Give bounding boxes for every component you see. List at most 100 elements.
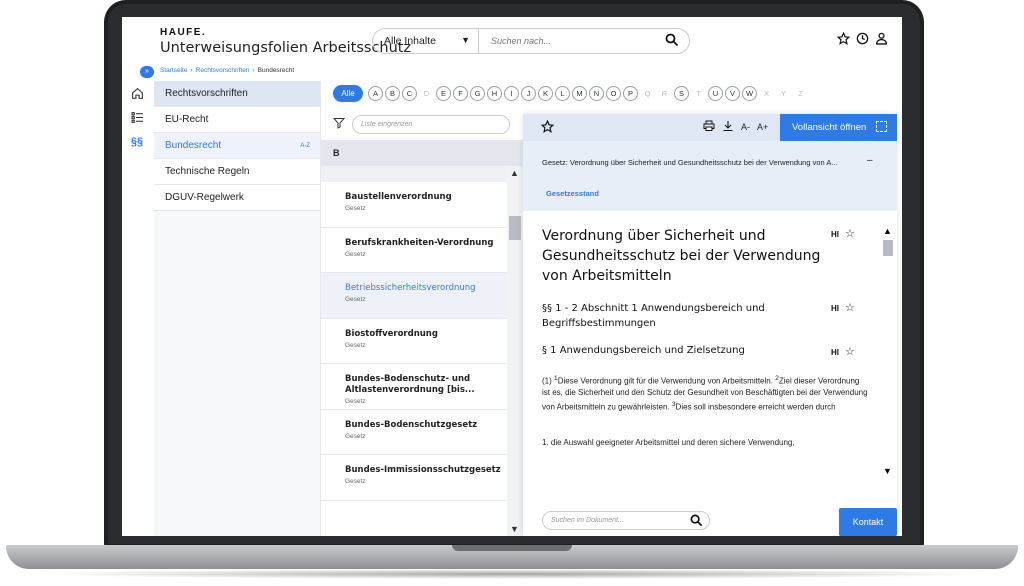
law-type: Gesetz [345,432,366,440]
list-scrollbar[interactable]: ▲ ▼ [507,166,523,536]
hi-button[interactable]: HI [831,304,839,313]
alphabet-letter-v[interactable]: V [725,86,740,101]
alphabet-letter-y: Y [780,89,786,98]
law-list-item[interactable]: Bundes-Bodenschutzgesetz Gesetz [321,410,507,455]
alphabet-letter-c[interactable]: C [402,86,417,101]
user-icon[interactable] [875,32,888,50]
star-icon[interactable]: ☆ [845,345,855,358]
law-type: Gesetz [345,398,366,405]
document-meta: Gesetz: Verordnung über Sicherheit und G… [523,141,897,211]
alphabet-letter-a[interactable]: A [368,86,383,101]
document-scroll-thumb[interactable] [883,240,893,256]
chevron-up-icon[interactable]: ▲ [883,226,892,236]
font-decrease-button[interactable]: A- [741,122,750,132]
alphabet-letter-g[interactable]: G [470,86,485,101]
list-icon[interactable] [130,111,144,125]
document-search-placeholder: Suchen im Dokument... [551,517,624,524]
alphabet-letter-n[interactable]: N [589,86,604,101]
hi-button[interactable]: HI [831,230,839,239]
filter-icon[interactable] [332,116,346,134]
app-header: HAUFE. Unterweisungsfolien Arbeitsschutz… [122,17,902,65]
alphabet-letter-m[interactable]: M [572,86,587,101]
document-toolbar: A- A+ Vollansicht öffnen [523,114,897,141]
law-name: Betriebssicherheitsverordnung [345,283,476,293]
list-filter-input[interactable]: Liste eingrenzen [352,115,510,134]
bookmark-star-icon[interactable] [540,119,555,138]
star-icon[interactable]: ☆ [845,227,855,240]
nav-item-eu-recht[interactable]: EU-Recht [154,107,320,133]
laptop-shadow [30,569,994,579]
nav-item-label: DGUV-Regelwerk [165,192,244,203]
alphabet-letter-l[interactable]: L [555,86,570,101]
list-scroll-thumb[interactable] [509,216,521,240]
law-list-item: 1. die Auswahl geeigneter Arbeitsmittel … [542,438,795,447]
document-law-line: Gesetz: Verordnung über Sicherheit und G… [542,158,838,167]
law-list-item[interactable]: Bundes-Immissionsschutzgesetz Gesetz [321,455,507,501]
alphabet-all-button[interactable]: Alle [333,85,363,102]
alphabet-letter-f[interactable]: F [453,86,468,101]
alphabet-letter-h[interactable]: H [487,86,502,101]
alphabet-letter-s[interactable]: S [674,86,689,101]
print-icon[interactable] [703,120,715,134]
alphabet-letter-p[interactable]: P [623,86,638,101]
scope-select[interactable]: Alle Inhalte ▼ [372,28,478,54]
alphabet-letter-j[interactable]: J [521,86,536,101]
history-clock-icon[interactable] [856,32,869,50]
icon-rail: §§ [122,81,152,536]
alphabet-letter-z: Z [798,89,803,98]
font-increase-button[interactable]: A+ [757,122,768,132]
hi-button[interactable]: HI [831,348,839,357]
breadcrumb-rechtsvorschriften[interactable]: Rechtsvorschriften [196,67,250,74]
favorites-star-icon[interactable] [836,31,851,50]
search-icon[interactable] [665,33,679,52]
document-title: Verordnung über Sicherheit und Gesundhei… [542,228,821,284]
chevron-up-icon[interactable]: ▲ [510,168,519,178]
full-view-button[interactable]: Vollansicht öffnen [780,114,897,141]
law-list-item[interactable]: Biostoffverordnung Gesetz [321,319,507,364]
contact-button[interactable]: Kontakt [839,508,897,536]
nav-item-label: Bundesrecht [165,140,222,151]
breadcrumb-startseite[interactable]: Startseite [160,67,187,74]
alphabet-letter-t: T [696,89,701,98]
law-list-body: Baustellenverordnung Gesetz Berufskrankhei… [321,182,507,501]
law-status-link[interactable]: Gesetzesstand [546,189,599,198]
alphabet-letter-k[interactable]: K [538,86,553,101]
para-lead: (1) [542,376,554,386]
law-list-item[interactable]: Bundes-Bodenschutz- und Altlastenverordn… [321,364,507,410]
sidebar-toggle-button[interactable]: » [140,66,154,78]
chevron-down-icon[interactable]: ▼ [883,466,892,476]
document-tools: A- A+ [703,120,768,134]
alphabet-filter: Alle ABCDEFGHIJKLMNOPQ RSTUVWX Y Z [333,85,808,102]
document-search-input[interactable]: Suchen im Dokument... [542,511,710,530]
law-name: Bundes-Immissionsschutzgesetz [345,465,501,475]
nav-heading[interactable]: Rechtsvorschriften [154,81,320,107]
alphabet-letter-q: Q [644,89,651,98]
nav-item-technische-regeln[interactable]: Technische Regeln [154,159,320,185]
search-input[interactable] [491,36,651,46]
law-type: Gesetz [345,296,366,303]
alphabet-letter-i[interactable]: I [504,86,519,101]
nav-item-dguv-regelwerk[interactable]: DGUV-Regelwerk [154,185,320,211]
paragraph-icon[interactable]: §§ [130,136,144,150]
alphabet-letter-e[interactable]: E [436,86,451,101]
alphabet-letter-o[interactable]: O [606,86,621,101]
law-list-item[interactable]: Betriebssicherheitsverordnung Gesetz [321,273,507,319]
collapse-minus-icon[interactable]: – [867,155,873,166]
search-icon[interactable] [690,514,703,529]
global-search[interactable] [478,28,690,54]
document-scrollbar[interactable]: ▲ ▼ [881,226,895,476]
law-name: Bundes-Bodenschutz- und Altlastenverordn… [345,374,475,395]
alphabet-letter-b[interactable]: B [385,86,400,101]
star-icon[interactable]: ☆ [845,301,855,314]
alphabet-letter-w[interactable]: W [742,86,757,101]
nav-item-bundesrecht[interactable]: Bundesrecht A-Z [154,133,320,159]
alphabet-letter-u[interactable]: U [708,86,723,101]
haufe-logo[interactable]: HAUFE. [160,27,206,38]
home-icon[interactable] [130,87,144,101]
breadcrumb-separator: › [252,67,255,74]
download-icon[interactable] [722,120,734,134]
law-list-item[interactable]: Berufskrankheiten-Verordnung Gesetz [321,228,507,273]
alphabet-letter-x: X [763,89,769,98]
chevron-down-icon[interactable]: ▼ [510,524,519,534]
law-list-item[interactable]: Baustellenverordnung Gesetz [321,182,507,228]
